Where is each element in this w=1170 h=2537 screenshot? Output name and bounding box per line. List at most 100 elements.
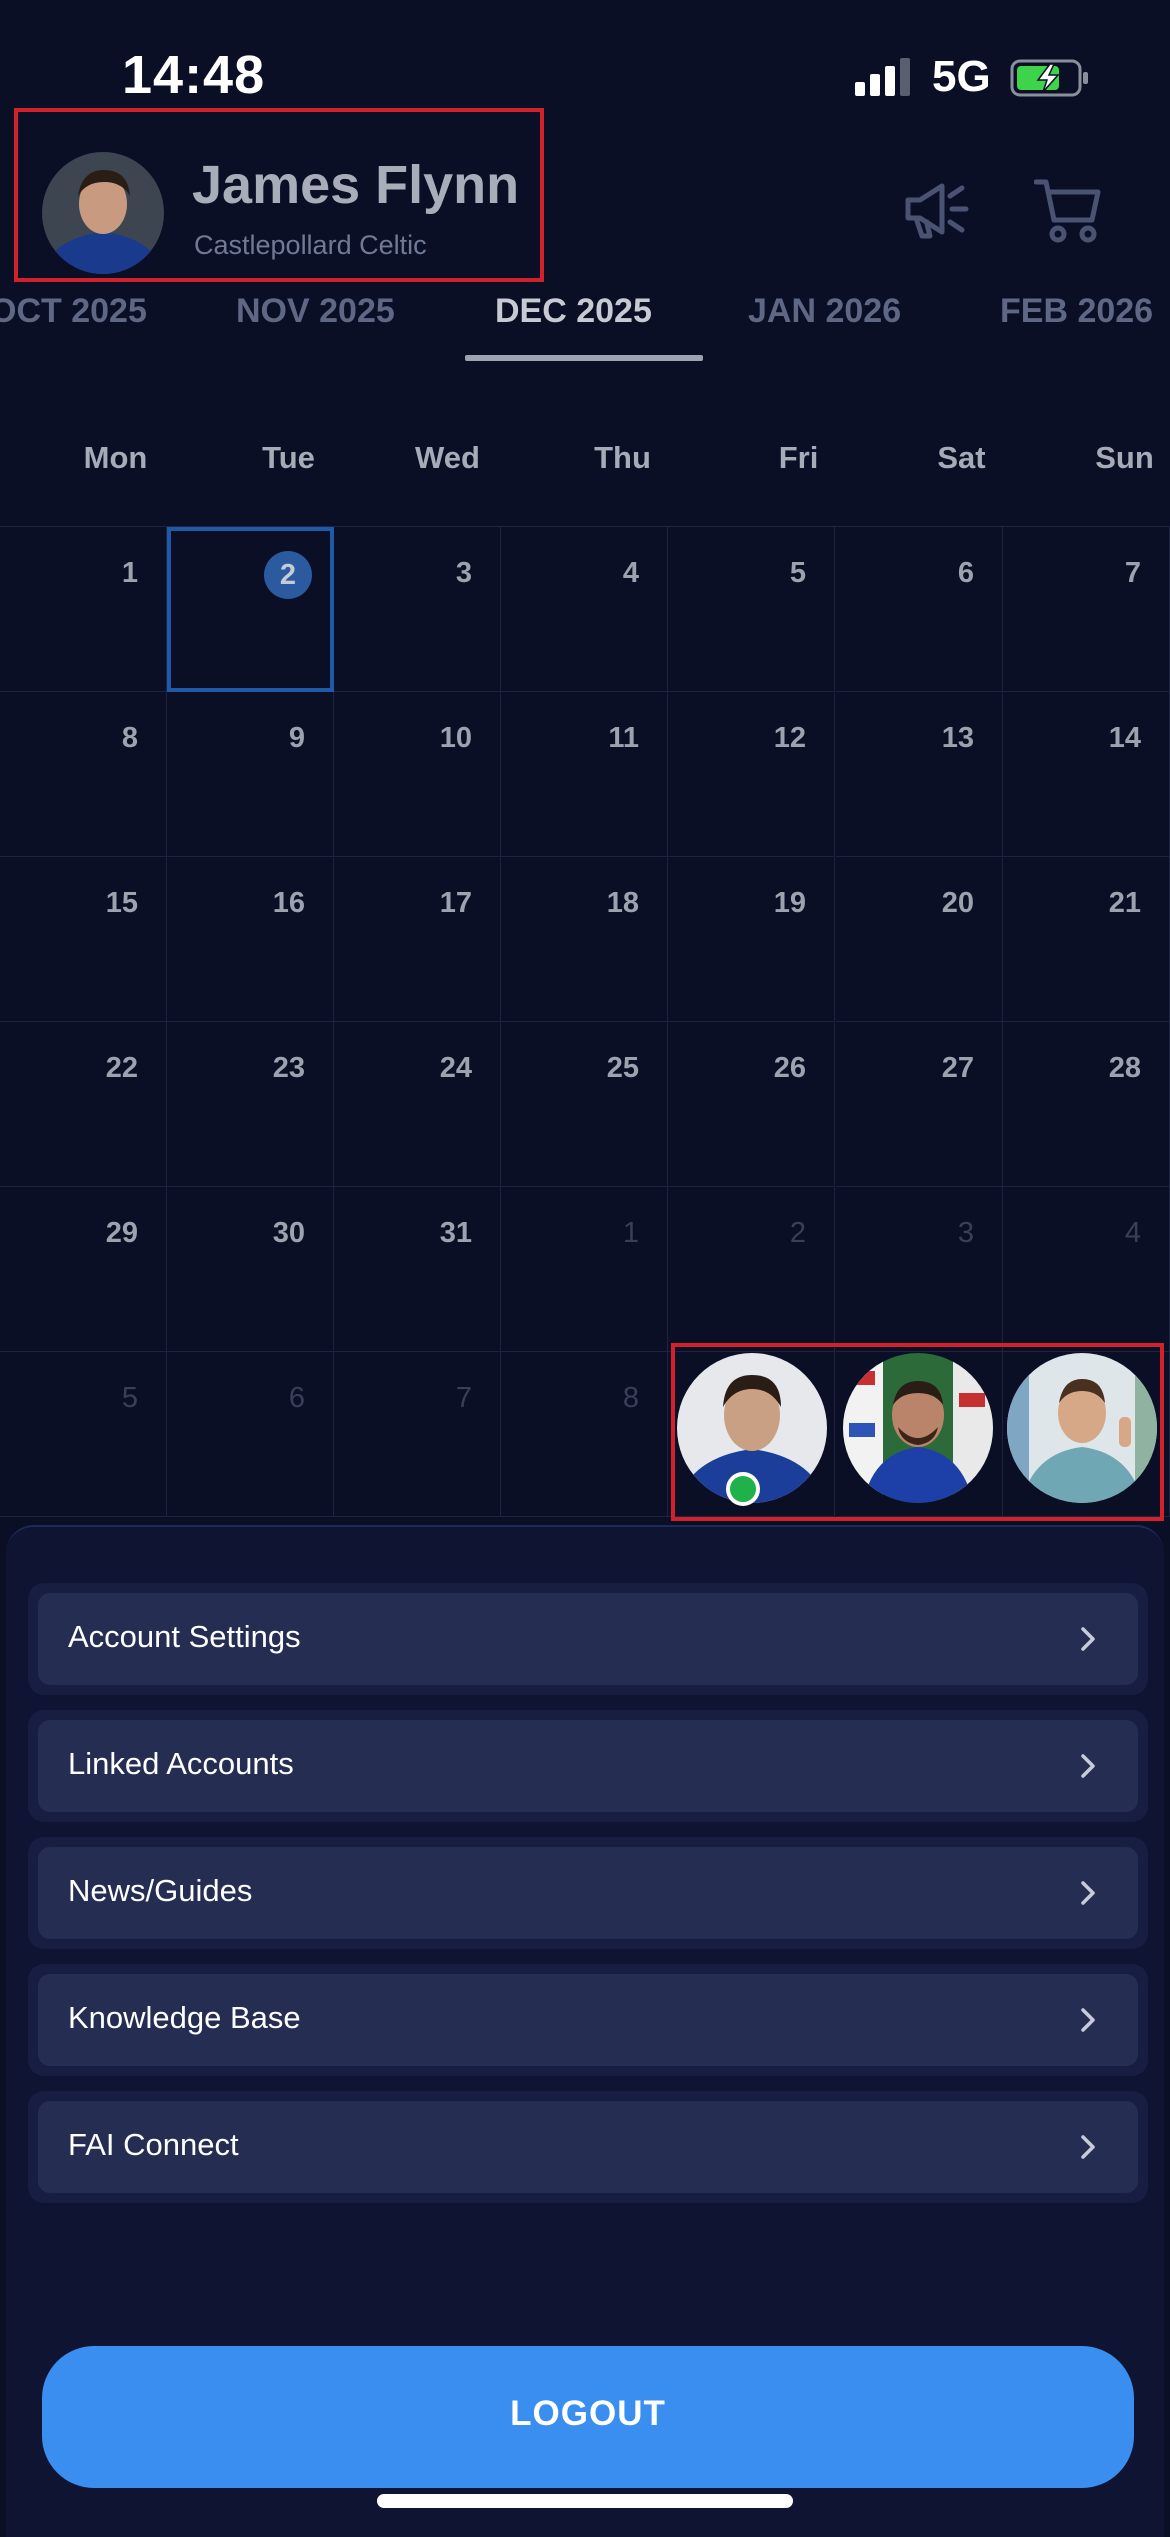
calendar-day-cell[interactable]: 6	[836, 527, 1003, 692]
tab-nov-2025[interactable]: NOV 2025	[236, 292, 395, 331]
calendar-day-cell[interactable]: 5	[0, 1352, 167, 1517]
calendar-day-cell[interactable]: 5	[668, 527, 835, 692]
calendar-day-cell[interactable]: 3	[836, 1187, 1003, 1352]
megaphone-icon[interactable]	[902, 178, 982, 242]
menu-item-wrapper: Knowledge Base	[28, 1964, 1148, 2076]
calendar-day-number: 26	[773, 1052, 806, 1084]
calendar-day-number: 2	[279, 559, 297, 591]
calendar-day-cell[interactable]: 26	[668, 1022, 835, 1187]
weekday-label: Fri	[778, 440, 819, 475]
calendar-day-number: 3	[957, 1217, 974, 1249]
profile-header[interactable]: James Flynn Castlepollard Celtic	[14, 108, 544, 282]
calendar-day-cell[interactable]: 27	[836, 1022, 1003, 1187]
calendar-day-cell[interactable]: 8	[501, 1352, 668, 1517]
calendar-day-number: 16	[272, 887, 305, 919]
calendar-day-number: 31	[439, 1217, 472, 1249]
calendar-day-number: 13	[941, 722, 974, 754]
calendar-day-number: 5	[789, 557, 806, 589]
calendar-day-cell[interactable]: 1	[501, 1187, 668, 1352]
calendar-day-cell[interactable]: 18	[501, 857, 668, 1022]
calendar-day-number: 1	[622, 1217, 639, 1249]
calendar-day-number: 22	[105, 1052, 138, 1084]
calendar-day-cell[interactable]: 24	[334, 1022, 501, 1187]
calendar-day-cell[interactable]: 16	[167, 857, 334, 1022]
calendar-day-cell[interactable]: 6	[167, 1352, 334, 1517]
coach-avatar[interactable]	[843, 1353, 993, 1503]
calendar-day-cell[interactable]: 14	[1003, 692, 1170, 857]
calendar-day-cell[interactable]: 31	[334, 1187, 501, 1352]
calendar-day-cell[interactable]: 2	[668, 1187, 835, 1352]
calendar-day-number: 29	[105, 1217, 138, 1249]
calendar-day-number: 24	[439, 1052, 472, 1084]
calendar-day-cell[interactable]: 8	[0, 692, 167, 857]
profile-club: Castlepollard Celtic	[194, 230, 427, 260]
tab-feb-2026[interactable]: FEB 2026	[1000, 292, 1153, 331]
profile-name: James Flynn	[192, 155, 520, 215]
calendar-day-cell[interactable]: 15	[0, 857, 167, 1022]
calendar-day-cell[interactable]: 28	[1003, 1022, 1170, 1187]
calendar-day-cell[interactable]: 21	[1003, 857, 1170, 1022]
calendar-day-number: 17	[439, 887, 472, 919]
menu-item-label: FAI Connect	[68, 2127, 239, 2162]
calendar-day-number: 9	[288, 722, 305, 754]
signal-icon	[855, 58, 910, 96]
calendar-day-number: 28	[1108, 1052, 1141, 1084]
calendar-day-cell[interactable]: 9	[167, 692, 334, 857]
calendar-day-cell[interactable]: 7	[334, 1352, 501, 1517]
chevron-right-icon	[1081, 1754, 1095, 1778]
calendar-day-cell[interactable]: 2	[167, 527, 334, 692]
calendar-day-number: 2	[789, 1217, 806, 1249]
calendar-day-cell[interactable]: 4	[1003, 1187, 1170, 1352]
calendar-day-cell[interactable]: 13	[836, 692, 1003, 857]
weekday-label: Wed	[415, 440, 480, 475]
menu-item-account-settings[interactable]: Account Settings	[38, 1593, 1138, 1685]
tab-dec-2025[interactable]: DEC 2025	[495, 292, 652, 331]
calendar-day-cell[interactable]: 4	[501, 527, 668, 692]
menu-item-wrapper: Linked Accounts	[28, 1710, 1148, 1822]
parent-avatar[interactable]	[1007, 1353, 1157, 1503]
calendar-day-number: 4	[622, 557, 639, 589]
calendar-day-number: 27	[941, 1052, 974, 1084]
menu-item-fai-connect[interactable]: FAI Connect	[38, 2101, 1138, 2193]
calendar-day-cell[interactable]: 12	[668, 692, 835, 857]
calendar-day-cell[interactable]: 20	[836, 857, 1003, 1022]
chevron-right-icon	[1081, 2008, 1095, 2032]
calendar-day-cell[interactable]: 22	[0, 1022, 167, 1187]
tab-jan-2026[interactable]: JAN 2026	[748, 292, 901, 331]
calendar-day-number: 14	[1108, 722, 1141, 754]
calendar-day-number: 5	[121, 1382, 138, 1414]
logout-button[interactable]: LOGOUT	[42, 2346, 1134, 2488]
calendar-day-cell[interactable]: 29	[0, 1187, 167, 1352]
weekday-label: Thu	[594, 440, 651, 475]
menu-item-label: Linked Accounts	[68, 1746, 294, 1781]
calendar-day-number: 8	[121, 722, 138, 754]
tab-oct-2025[interactable]: OCT 2025	[0, 292, 147, 331]
menu-item-news-guides[interactable]: News/Guides	[38, 1847, 1138, 1939]
menu-item-wrapper: FAI Connect	[28, 2091, 1148, 2203]
calendar-day-cell[interactable]: 3	[334, 527, 501, 692]
calendar-day-cell[interactable]: 19	[668, 857, 835, 1022]
calendar-day-cell[interactable]: 23	[167, 1022, 334, 1187]
calendar-day-number: 4	[1124, 1217, 1141, 1249]
menu-item-label: Account Settings	[68, 1619, 301, 1654]
online-status-badge	[726, 1472, 760, 1506]
calendar-day-cell[interactable]: 25	[501, 1022, 668, 1187]
calendar-day-number: 23	[272, 1052, 305, 1084]
calendar-day-number: 18	[606, 887, 639, 919]
menu-item-knowledge-base[interactable]: Knowledge Base	[38, 1974, 1138, 2066]
calendar-day-cell[interactable]: 11	[501, 692, 668, 857]
weekday-label: Tue	[262, 440, 315, 475]
calendar-day-number: 20	[941, 887, 974, 919]
calendar-day-cell[interactable]: 30	[167, 1187, 334, 1352]
logout-label: LOGOUT	[510, 2394, 666, 2433]
calendar-day-cell[interactable]: 10	[334, 692, 501, 857]
calendar-day-cell[interactable]: 1	[0, 527, 167, 692]
cart-icon[interactable]	[1034, 176, 1104, 244]
calendar-day-cell[interactable]: 17	[334, 857, 501, 1022]
home-indicator	[377, 2494, 793, 2508]
menu-item-linked-accounts[interactable]: Linked Accounts	[38, 1720, 1138, 1812]
calendar-day-cell[interactable]: 7	[1003, 527, 1170, 692]
calendar-day-number: 8	[622, 1382, 639, 1414]
menu-item-wrapper: News/Guides	[28, 1837, 1148, 1949]
calendar-day-number: 12	[773, 722, 806, 754]
